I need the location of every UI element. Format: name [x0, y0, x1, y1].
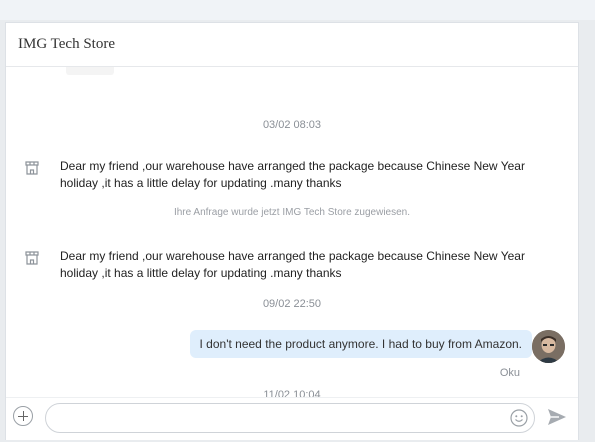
store-message: Dear my friend ,our warehouse have arran… [24, 248, 544, 282]
composer [6, 397, 578, 442]
smiley-icon[interactable] [510, 409, 528, 427]
timestamp: 09/02 22:50 [262, 298, 322, 310]
system-notice: Ihre Anfrage wurde jetzt IMG Tech Store … [173, 207, 411, 218]
message-input[interactable] [58, 410, 502, 428]
message-list[interactable]: Not yet 03/02 08:03 Dear my friend ,our … [6, 67, 578, 397]
cut-off-message: Not yet [66, 67, 114, 75]
store-message: Dear my friend ,our warehouse have arran… [24, 158, 544, 192]
plus-circle-icon[interactable] [13, 406, 33, 426]
my-message-bubble: I don't need the product anymore. I had … [189, 330, 532, 358]
store-icon [25, 161, 39, 175]
top-strip [0, 0, 595, 20]
chat-window: IMG Tech Store Not yet 03/02 08:03 Dear … [5, 22, 579, 440]
store-icon [25, 251, 39, 265]
send-icon[interactable] [547, 408, 567, 426]
avatar[interactable] [532, 330, 565, 363]
store-message-text: Dear my friend ,our warehouse have arran… [60, 159, 525, 190]
timestamp: 11/02 10:04 [263, 389, 321, 397]
store-message-text: Dear my friend ,our warehouse have arran… [60, 249, 525, 280]
chat-header: IMG Tech Store [6, 23, 578, 67]
avatar-image [532, 330, 565, 363]
store-name: IMG Tech Store [18, 36, 115, 52]
message-input-wrapper [45, 403, 535, 433]
read-status: Oku [499, 367, 520, 379]
timestamp: 03/02 08:03 [262, 119, 322, 131]
